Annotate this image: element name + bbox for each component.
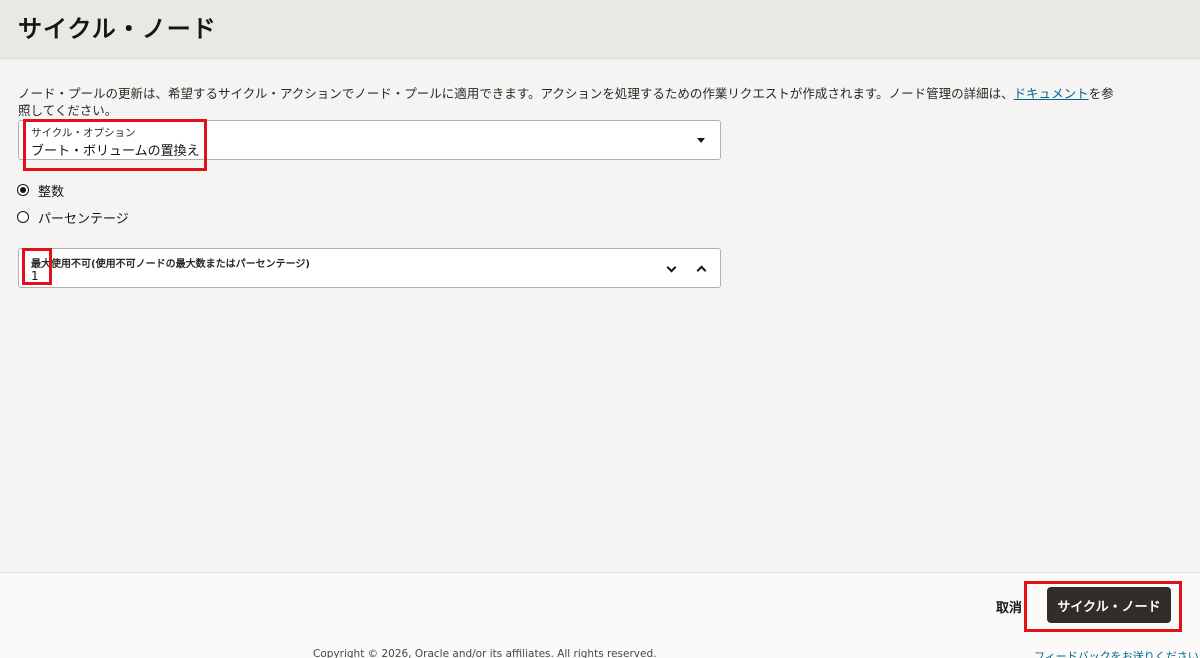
radio-option-percentage[interactable]: パーセンテージ bbox=[17, 208, 129, 227]
footer-bar: 取消 サイクル・ノード Copyright © 2026, Oracle and… bbox=[0, 572, 1200, 658]
caret-down-icon bbox=[697, 138, 705, 143]
feedback-link[interactable]: フィードバックをお送りください bbox=[1034, 648, 1199, 658]
cycle-nodes-button[interactable]: サイクル・ノード bbox=[1047, 587, 1171, 623]
intro-text-before-link: ノード・プールの更新は、希望するサイクル・アクションでノード・プールに適用できま… bbox=[18, 86, 1014, 101]
max-unavailable-label: 最大使用不可(使用不可ノードの最大数またはパーセンテージ) bbox=[31, 259, 310, 270]
page-title: サイクル・ノード bbox=[18, 15, 217, 43]
radio-option-integer[interactable]: 整数 bbox=[17, 181, 65, 200]
cycle-option-select[interactable]: サイクル・オプション ブート・ボリュームの置換え bbox=[18, 120, 721, 160]
increment-button[interactable] bbox=[691, 259, 711, 279]
decrement-button[interactable] bbox=[661, 259, 681, 279]
max-unavailable-input[interactable]: 最大使用不可(使用不可ノードの最大数またはパーセンテージ) 1 bbox=[18, 248, 721, 288]
chevron-down-icon bbox=[666, 262, 676, 273]
intro-text: ノード・プールの更新は、希望するサイクル・アクションでノード・プールに適用できま… bbox=[18, 85, 1118, 119]
chevron-up-icon bbox=[696, 265, 706, 276]
cancel-button[interactable]: 取消 bbox=[996, 597, 1022, 616]
page-header: サイクル・ノード bbox=[0, 0, 1200, 59]
cycle-option-label: サイクル・オプション bbox=[31, 127, 136, 139]
cycle-option-value: ブート・ボリュームの置換え bbox=[31, 144, 200, 159]
max-unavailable-value[interactable]: 1 bbox=[31, 269, 39, 283]
copyright-text: Copyright © 2026, Oracle and/or its affi… bbox=[313, 648, 657, 658]
radio-label-percentage: パーセンテージ bbox=[38, 211, 129, 227]
radio-checked-icon[interactable] bbox=[17, 184, 29, 196]
documentation-link[interactable]: ドキュメント bbox=[1014, 86, 1089, 101]
radio-unchecked-icon[interactable] bbox=[17, 211, 29, 223]
radio-label-integer: 整数 bbox=[38, 184, 65, 200]
